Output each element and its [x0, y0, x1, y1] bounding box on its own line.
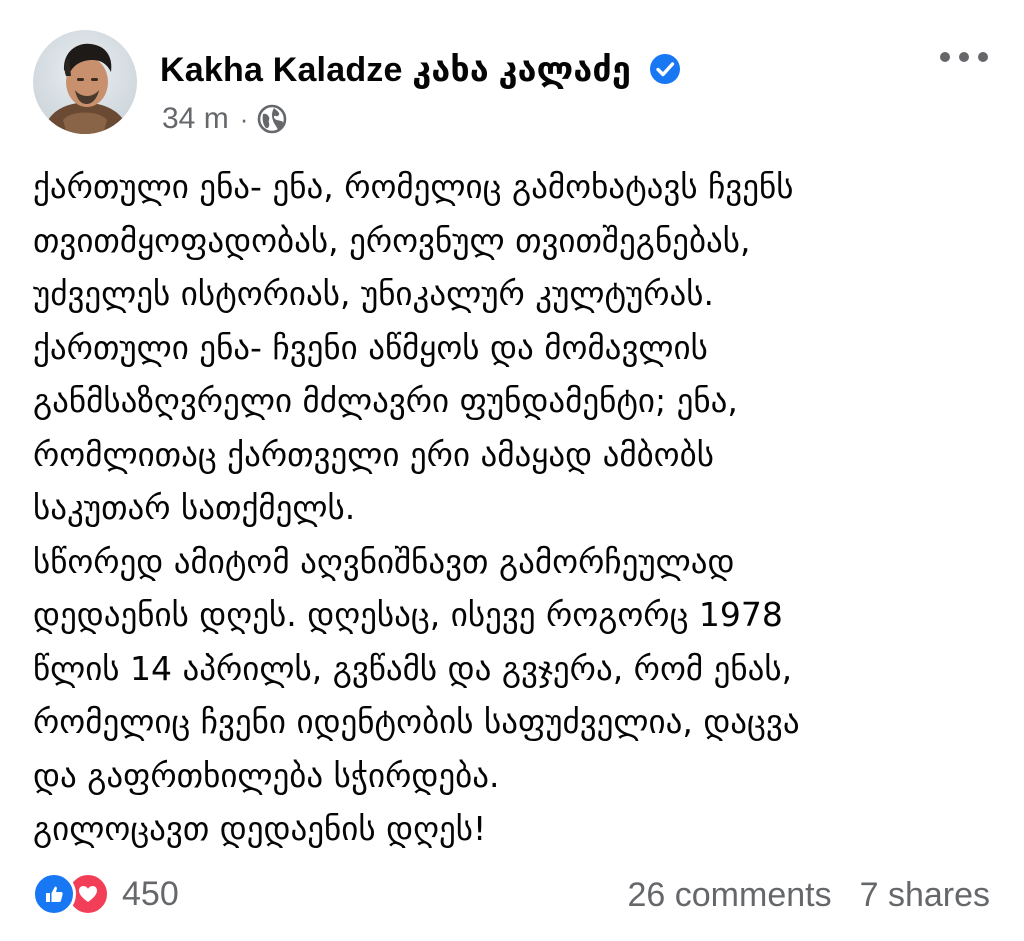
reaction-count: 450	[122, 874, 179, 913]
post-text-line: უძველეს ისტორიას, უნიკალურ კულტურას.	[33, 274, 715, 313]
like-icon	[32, 872, 76, 916]
post-text-line: წლის 14 აპრილს, გვწამს და გვჯერა, რომ ენ…	[33, 648, 793, 688]
post-footer: 450 26 comments 7 shares	[0, 866, 1024, 926]
post-text-line: სწორედ ამიტომ აღვნიშნავთ გამორჩეულად	[33, 541, 735, 581]
more-dot	[959, 52, 969, 62]
more-dot	[978, 52, 988, 62]
profile-photo	[33, 30, 137, 134]
post-text-line: დედაენის დღეს. დღესაც, ისევე როგორც 1978	[33, 595, 783, 634]
post-text-line: თვითმყოფადობას, ეროვნულ თვითშეგნებას,	[33, 220, 751, 260]
engagement-counts: 26 comments 7 shares	[628, 876, 991, 915]
author-name-text: Kakha Kaladze კახა კალაძე	[160, 51, 632, 89]
post-text: ქართული ენა- ენა, რომელიც გამოხატავს ჩვე…	[33, 160, 993, 856]
meta-separator: ·	[239, 103, 249, 134]
author-name[interactable]: Kakha Kaladze კახა კალაძე	[160, 50, 681, 90]
reactions-summary[interactable]: 450	[32, 872, 179, 916]
facebook-post: Kakha Kaladze კახა კალაძე 34 m · ქართული…	[0, 0, 1024, 941]
globe-icon[interactable]	[257, 104, 287, 134]
shares-link[interactable]: 7 shares	[860, 876, 990, 914]
post-text-line: საკუთარ სათქმელს.	[33, 488, 356, 527]
avatar[interactable]	[33, 30, 137, 134]
verified-badge-icon	[649, 53, 681, 85]
post-text-line: რომელიც ჩვენი იდენტობის საფუძველია, დაცვ…	[33, 702, 800, 741]
timestamp[interactable]: 34 m	[162, 102, 229, 136]
post-text-line: ქართული ენა- ენა, რომელიც გამოხატავს ჩვე…	[33, 167, 794, 206]
comments-link[interactable]: 26 comments	[628, 876, 832, 914]
post-text-line: განმსაზღვრელი მძლავრი ფუნდამენტი; ენა,	[33, 381, 738, 420]
more-dot	[940, 52, 950, 62]
post-text-line: გილოცავთ დედაენის დღეს!	[33, 809, 487, 848]
more-options-button[interactable]	[940, 42, 988, 72]
post-meta: 34 m ·	[162, 102, 287, 136]
post-text-line: რომლითაც ქართველი ერი ამაყად ამბობს	[33, 434, 714, 474]
post-text-line: ქართული ენა- ჩვენი აწმყოს და მომავლის	[33, 327, 708, 367]
post-text-line: და გაფრთხილება სჭირდება.	[33, 755, 500, 795]
